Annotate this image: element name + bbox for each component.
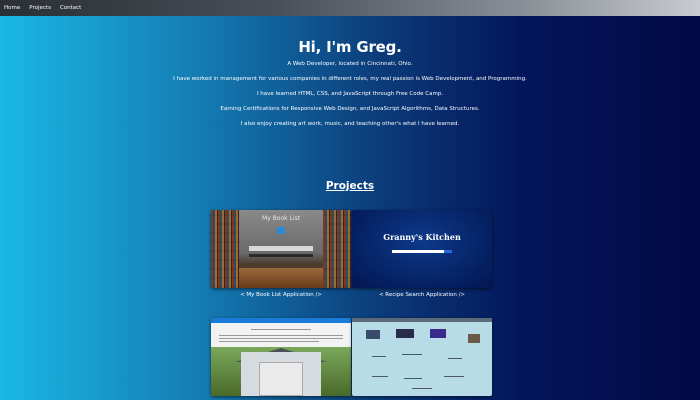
book-list-thumb-title: My Book List: [262, 215, 300, 222]
thumb-image-3: [430, 329, 446, 338]
recipe-thumb-title: Granny's Kitchen: [383, 232, 461, 242]
project-card-3[interactable]: [211, 318, 351, 400]
hero-subtitle: A Web Developer, located in Cincinnati, …: [287, 61, 413, 67]
hero-section: Hi, I'm Greg. A Web Developer, located i…: [0, 38, 700, 127]
thumb-image-2: [396, 329, 414, 338]
thumb-image-1: [366, 330, 380, 339]
nav-projects-link[interactable]: Projects: [29, 5, 51, 11]
bookshelf-right-image: [323, 210, 351, 288]
projects-heading: Projects: [325, 180, 375, 192]
nav-home-link[interactable]: Home: [4, 5, 20, 11]
thumb-text-panel: [211, 323, 351, 347]
recipe-search-thumbnail[interactable]: Granny's Kitchen: [352, 210, 492, 288]
hero-paragraph-2: I have learned HTML, CSS, and JavaScript…: [256, 91, 444, 97]
book-submit-image: [249, 254, 313, 257]
project-3-thumbnail[interactable]: [211, 318, 351, 396]
book-list-caption[interactable]: < My Book List Application />: [211, 292, 351, 298]
top-navbar: Home Projects Contact: [0, 0, 700, 16]
recipe-search-button-image: [444, 250, 452, 253]
bookshelf-left-image: [211, 210, 239, 288]
recipe-search-caption[interactable]: < Recipe Search Application />: [352, 292, 492, 298]
book-icon: [277, 227, 285, 234]
book-list-panel: My Book List: [239, 210, 323, 288]
thumb-header-bar: [352, 318, 492, 322]
floor-image: [239, 268, 323, 288]
book-form-image: [249, 246, 313, 251]
nav-contact-link[interactable]: Contact: [60, 5, 81, 11]
hero-paragraph-3: Earning Certifications for Responsive We…: [220, 106, 480, 112]
hero-paragraph-4: I also enjoy creating art work, music, a…: [240, 121, 460, 127]
project-card-recipe-search[interactable]: Granny's Kitchen < Recipe Search Applica…: [352, 210, 492, 298]
project-card-book-list[interactable]: My Book List < My Book List Application …: [211, 210, 351, 298]
recipe-search-input-image: [392, 250, 444, 253]
project-4-thumbnail[interactable]: [352, 318, 492, 396]
hero-title: Hi, I'm Greg.: [298, 38, 402, 56]
thumb-info-card: [259, 362, 303, 396]
book-list-thumbnail[interactable]: My Book List: [211, 210, 351, 288]
hero-paragraph-1: I have worked in management for various …: [173, 76, 527, 82]
project-card-4[interactable]: [352, 318, 492, 400]
thumb-image-4: [468, 334, 480, 343]
